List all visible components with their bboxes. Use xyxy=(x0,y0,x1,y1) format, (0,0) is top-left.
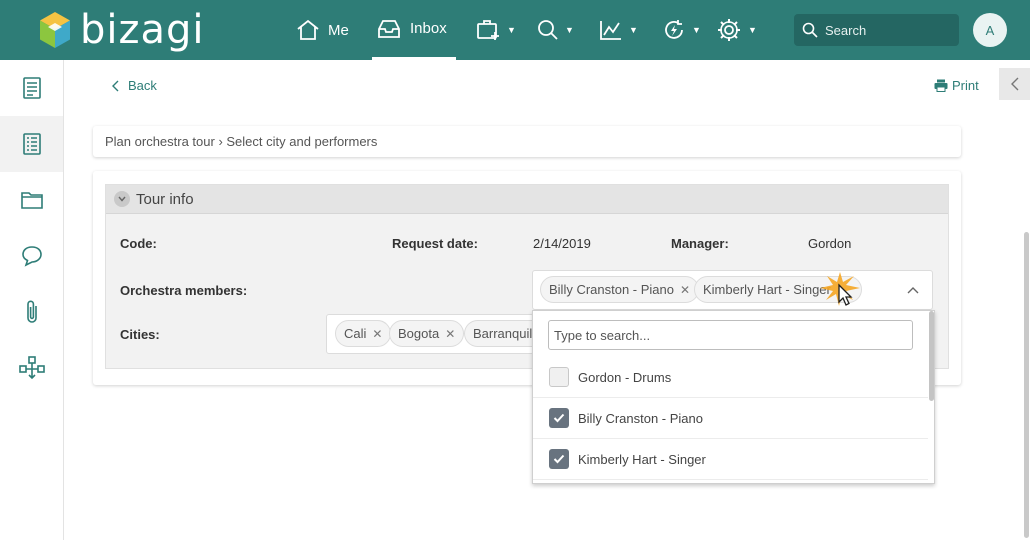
attachment-icon xyxy=(26,300,37,323)
analytics-icon xyxy=(600,21,621,40)
process-flow-icon xyxy=(18,356,45,380)
print-link[interactable]: Print xyxy=(934,78,979,93)
city-tag: Bogota ✕ xyxy=(389,320,465,347)
chevron-up-icon[interactable] xyxy=(907,286,919,294)
dropdown-option[interactable]: Kimberly Hart - Singer xyxy=(533,439,928,480)
option-label: Kimberly Hart - Singer xyxy=(578,451,706,467)
option-label: Billy Cranston - Piano xyxy=(578,410,703,426)
orchestra-members-label: Orchestra members: xyxy=(120,283,248,298)
member-tag-label: Kimberly Hart - Singer xyxy=(703,282,831,297)
checkbox-unchecked[interactable] xyxy=(549,367,569,387)
sidebar-item-case-list[interactable] xyxy=(0,116,63,172)
nav-me-label: Me xyxy=(328,21,349,39)
remove-tag-icon[interactable]: ✕ xyxy=(445,327,455,341)
sidebar-item-form[interactable] xyxy=(0,60,63,116)
city-tag: Cali ✕ xyxy=(335,320,392,347)
home-icon xyxy=(297,19,319,40)
manager-label: Manager: xyxy=(671,236,729,251)
dropdown-search-input[interactable] xyxy=(548,320,913,350)
sidebar-item-attachments[interactable] xyxy=(0,284,63,340)
checkbox-checked[interactable] xyxy=(549,408,569,428)
checkmark-icon xyxy=(553,413,565,423)
member-tag-label: Billy Cranston - Piano xyxy=(549,282,674,297)
city-tag: Barranquil xyxy=(464,320,533,347)
checkbox-checked[interactable] xyxy=(549,449,569,469)
dropdown-scrollbar[interactable] xyxy=(929,311,934,401)
remove-tag-icon[interactable]: ✕ xyxy=(372,327,382,341)
chevron-down-icon: ▼ xyxy=(629,25,638,35)
nav-new-case[interactable]: ▼ xyxy=(475,0,516,60)
chevron-left-icon xyxy=(112,80,119,91)
brand-name: bizagi xyxy=(80,7,205,53)
mouse-cursor-icon xyxy=(820,272,860,306)
bizagi-logo[interactable]: bizagi xyxy=(38,6,205,54)
collapse-panel-button[interactable] xyxy=(999,68,1030,100)
group-title: Tour info xyxy=(136,190,194,208)
member-tag: Billy Cranston - Piano ✕ xyxy=(540,276,700,303)
inbox-icon xyxy=(378,19,400,38)
page-scrollbar[interactable] xyxy=(1024,232,1029,538)
members-dropdown-list: Gordon - Drums Billy Cranston - Piano Ki… xyxy=(532,310,935,484)
nav-inbox-label: Inbox xyxy=(410,20,447,37)
search-input[interactable] xyxy=(825,22,945,38)
printer-icon xyxy=(934,79,948,92)
top-navigation-bar: bizagi Me Inbox ▼ ▼ ▼ ▼ ▼ Search A xyxy=(0,0,1030,60)
dropdown-option[interactable]: Gordon - Drums xyxy=(533,357,928,398)
left-sidebar xyxy=(0,60,64,540)
form-icon xyxy=(22,77,41,99)
orchestra-members-multiselect[interactable]: Billy Cranston - Piano ✕ Kimberly Hart -… xyxy=(532,270,933,310)
sidebar-item-process[interactable] xyxy=(0,340,63,396)
dropdown-option[interactable]: Billy Cranston - Piano xyxy=(533,398,928,439)
cities-label: Cities: xyxy=(120,327,160,342)
option-label: Gordon - Drums xyxy=(578,369,672,385)
chevron-down-icon: ▼ xyxy=(507,25,516,35)
code-label: Code: xyxy=(120,236,157,251)
nav-work-portal[interactable]: ▼ xyxy=(662,0,701,60)
request-date-value: 2/14/2019 xyxy=(533,236,591,251)
manager-value: Gordon xyxy=(808,236,852,251)
nav-me[interactable]: Me xyxy=(296,0,349,60)
back-link[interactable]: Back xyxy=(112,78,157,93)
chevron-left-icon xyxy=(1010,77,1018,91)
print-label: Print xyxy=(952,78,979,93)
bizagi-logo-icon xyxy=(40,12,70,48)
back-label: Back xyxy=(128,78,157,93)
collapse-group-icon xyxy=(114,191,130,207)
nav-analytics[interactable]: ▼ xyxy=(599,0,638,60)
chevron-down-icon: ▼ xyxy=(692,25,701,35)
nav-settings[interactable]: ▼ xyxy=(716,0,757,60)
tour-info-header[interactable]: Tour info xyxy=(106,185,948,214)
remove-tag-icon[interactable]: ✕ xyxy=(680,283,690,297)
nav-inbox[interactable]: Inbox xyxy=(372,0,456,60)
sidebar-item-folders[interactable] xyxy=(0,172,63,228)
checkmark-icon xyxy=(553,454,565,464)
sidebar-item-comments[interactable] xyxy=(0,228,63,284)
comments-icon xyxy=(21,246,42,267)
cities-multiselect[interactable]: Cali ✕ Bogota ✕ Barranquil xyxy=(326,314,534,354)
city-tag-label: Barranquil xyxy=(473,326,533,341)
new-case-icon xyxy=(477,20,499,40)
chevron-down-icon: ▼ xyxy=(565,25,574,35)
user-avatar[interactable]: A xyxy=(973,13,1007,47)
city-tag-label: Cali xyxy=(344,326,367,341)
magnifier-icon xyxy=(538,20,558,40)
city-tag-label: Bogota xyxy=(398,326,440,341)
nav-search[interactable]: ▼ xyxy=(537,0,574,60)
gear-icon xyxy=(718,19,740,41)
global-search[interactable] xyxy=(794,14,959,46)
refresh-bolt-icon xyxy=(665,20,683,39)
breadcrumb: Plan orchestra tour › Select city and pe… xyxy=(93,126,961,157)
case-list-icon xyxy=(22,133,41,155)
chevron-down-icon: ▼ xyxy=(748,25,757,35)
search-icon xyxy=(802,22,818,38)
request-date-label: Request date: xyxy=(392,236,478,251)
folder-icon xyxy=(20,192,43,209)
breadcrumb-text: Plan orchestra tour › Select city and pe… xyxy=(105,134,378,149)
